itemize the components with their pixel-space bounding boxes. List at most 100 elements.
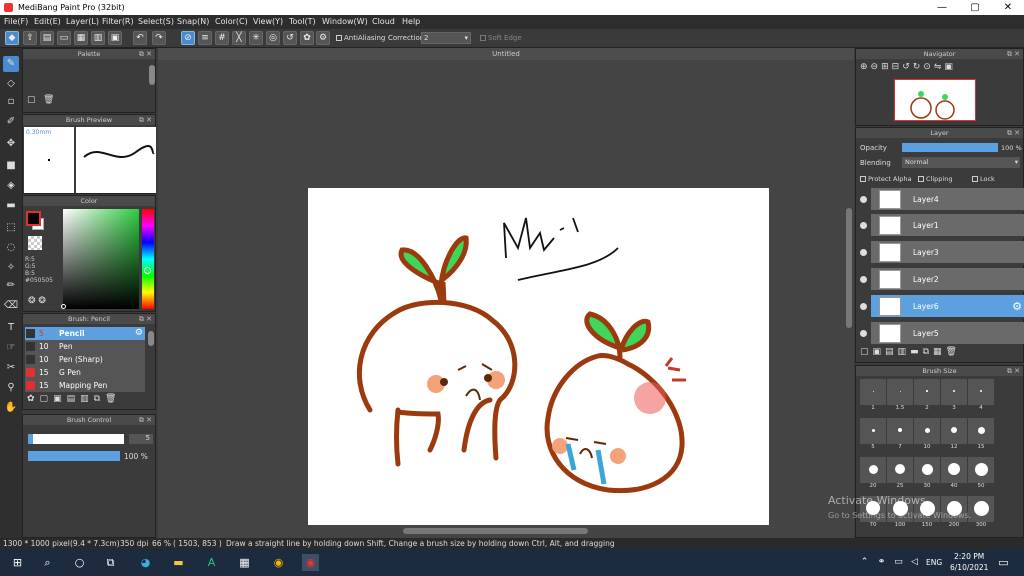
layer-menu-icon[interactable]: ▥ — [898, 347, 911, 357]
brush-opacity-slider[interactable] — [28, 451, 120, 461]
new-8bit-layer-icon[interactable]: ▤ — [885, 347, 898, 357]
brush-size-option[interactable]: 40 — [941, 457, 967, 489]
flip-icon[interactable]: ⇋ — [934, 62, 945, 72]
export-icon[interactable]: ▣ — [108, 31, 122, 45]
eye-icon[interactable] — [860, 330, 867, 337]
clipping-checkbox[interactable]: Clipping — [918, 175, 952, 183]
delete-brush-icon[interactable]: 🗑 — [105, 394, 121, 404]
select-tool-icon[interactable]: ⬚ — [3, 220, 19, 236]
hand-tool-icon[interactable]: ✋ — [3, 400, 19, 416]
brush-size-option[interactable]: 7 — [887, 418, 913, 450]
brush-size-option[interactable]: 50 — [968, 457, 994, 489]
brush-item[interactable]: 5 Pencil ⚙ — [25, 327, 145, 340]
people-icon[interactable]: ⚭ — [873, 554, 890, 571]
brush-item[interactable]: 15 G Pen — [25, 366, 145, 379]
upload-icon[interactable]: ⇪ — [23, 31, 37, 45]
select-pen-tool-icon[interactable]: ✏ — [3, 278, 19, 294]
merge-down-icon[interactable]: ⧉ — [923, 347, 933, 357]
duplicate-layer-icon[interactable]: ▦ — [933, 347, 946, 357]
new-halftone-layer-icon[interactable]: ▣ — [873, 347, 886, 357]
layer-settings-icon[interactable]: ▥ — [91, 31, 105, 45]
brush-size-option[interactable]: 12 — [941, 418, 967, 450]
foreground-color-swatch[interactable] — [26, 211, 41, 226]
eraser-tool-icon[interactable]: ◇ — [3, 76, 19, 92]
pen-tool-icon[interactable]: ✐ — [3, 114, 19, 130]
brush-size-option[interactable]: 5 — [860, 418, 886, 450]
edge-icon[interactable]: ◕ — [137, 554, 154, 571]
panel-close-icon[interactable]: ⧉ ✕ — [139, 314, 152, 324]
redo-icon[interactable]: ↷ — [152, 31, 166, 45]
eye-icon[interactable] — [860, 303, 867, 310]
dot-tool-icon[interactable]: ▫ — [3, 94, 19, 110]
brush-size-option[interactable]: 10 — [914, 418, 940, 450]
notification-icon[interactable]: ▭ — [995, 554, 1012, 571]
horizontal-scrollbar[interactable] — [403, 528, 588, 534]
bucket-tool-icon[interactable]: ◈ — [3, 178, 19, 194]
snap-cross-icon[interactable]: ╳ — [232, 31, 246, 45]
menu-color[interactable]: Color(C) — [215, 17, 248, 26]
eraser-mode-icon[interactable]: ◆ — [5, 31, 19, 45]
lasso-tool-icon[interactable]: ◌ — [3, 240, 19, 256]
zoom-in-icon[interactable]: ⊕ — [860, 62, 871, 72]
brush-size-slider[interactable] — [28, 434, 124, 444]
lock-checkbox[interactable]: Lock — [972, 175, 995, 183]
menu-help[interactable]: Help — [402, 17, 420, 26]
layer-row[interactable]: Layer1 — [860, 214, 1024, 238]
soft-edge-checkbox[interactable]: Soft Edge — [480, 34, 522, 42]
layer-row[interactable]: Layer3 — [860, 241, 1024, 265]
menu-filter[interactable]: Filter(R) — [102, 17, 134, 26]
save-icon[interactable]: ▤ — [40, 31, 54, 45]
chevron-up-icon[interactable]: ⌃ — [856, 554, 873, 571]
comment-icon[interactable]: ▭ — [57, 31, 71, 45]
drawing-canvas[interactable] — [308, 188, 769, 525]
navigator-preview[interactable] — [894, 79, 976, 121]
select-eraser-tool-icon[interactable]: ⌫ — [3, 298, 19, 314]
volume-icon[interactable]: ◁ — [906, 554, 923, 571]
panel-close-icon[interactable]: ⧉ ✕ — [139, 415, 152, 425]
layer-row[interactable]: Layer4 — [860, 188, 1024, 212]
menu-snap[interactable]: Snap(N) — [177, 17, 209, 26]
brush-size-option[interactable]: 4 — [968, 379, 994, 411]
snap-settings-icon[interactable]: ✿ — [300, 31, 314, 45]
move-tool-icon[interactable]: ✥ — [3, 136, 19, 152]
store-icon[interactable]: ▦ — [236, 554, 253, 571]
gear-icon[interactable]: ⚙ — [1012, 300, 1022, 313]
protect-alpha-checkbox[interactable]: Protect Alpha — [860, 175, 912, 183]
menu-view[interactable]: View(Y) — [253, 17, 283, 26]
magic-wand-tool-icon[interactable]: ✧ — [3, 260, 19, 276]
battery-icon[interactable]: ▭ — [890, 554, 907, 571]
operation-tool-icon[interactable]: ☞ — [3, 340, 19, 356]
correction-dropdown[interactable]: 2 ▾ — [421, 32, 471, 44]
brush-item[interactable]: 15 Mapping Pen — [25, 379, 145, 392]
snap-circle-icon[interactable]: ◎ — [266, 31, 280, 45]
eye-icon[interactable] — [860, 196, 867, 203]
brush-item[interactable]: 10 Pen — [25, 340, 145, 353]
menu-file[interactable]: File(F) — [4, 17, 28, 26]
panel-close-icon[interactable]: ⧉ ✕ — [1007, 366, 1020, 376]
hue-slider[interactable] — [142, 209, 154, 309]
canvas-tab[interactable]: Untitled — [158, 48, 854, 60]
brush-paste-icon[interactable]: ▥ — [80, 394, 94, 404]
brush-size-option[interactable]: 30 — [914, 457, 940, 489]
minimize-button[interactable]: — — [930, 1, 954, 14]
eye-icon[interactable] — [860, 222, 867, 229]
task-view-icon[interactable]: ⧉ — [102, 554, 119, 571]
close-button[interactable]: ✕ — [996, 1, 1020, 14]
rotate-left-icon[interactable]: ↺ — [902, 62, 913, 72]
menu-select[interactable]: Select(S) — [138, 17, 174, 26]
brush-size-option[interactable]: 1 — [860, 379, 886, 411]
duplicate-icon[interactable]: ⧉ — [94, 394, 105, 404]
gear-icon[interactable]: ⚙ — [135, 327, 143, 340]
app-icon-a[interactable]: A — [203, 554, 220, 571]
cortana-icon[interactable]: ○ — [71, 554, 88, 571]
menu-cloud[interactable]: Cloud — [372, 17, 395, 26]
gradient-tool-icon[interactable]: ▬ — [3, 198, 19, 214]
brush-item[interactable]: 10 Pen (Sharp) — [25, 353, 145, 366]
brush-size-option[interactable]: 2 — [914, 379, 940, 411]
menu-tool[interactable]: Tool(T) — [289, 17, 316, 26]
scrollbar[interactable] — [149, 65, 155, 85]
snap-off-icon[interactable]: ⊘ — [181, 31, 195, 45]
panel-close-icon[interactable]: ⧉ ✕ — [139, 115, 152, 125]
snap-grid-icon[interactable]: # — [215, 31, 229, 45]
snap-radial-icon[interactable]: ✳ — [249, 31, 263, 45]
